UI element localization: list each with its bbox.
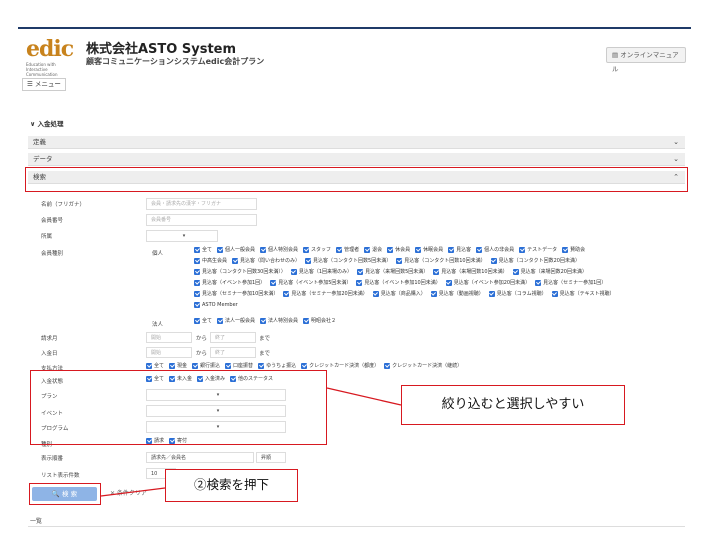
callout-connectors <box>100 387 402 497</box>
list-section-label: 一覧 <box>30 518 43 525</box>
callout-connector-filter <box>326 387 402 406</box>
page-root: edic Education with Interactive Communic… <box>0 0 705 541</box>
list-divider <box>28 526 685 527</box>
callout-search-note: ②検索を押下 <box>165 469 298 502</box>
callout-filter-note: 絞り込むと選択しやすい <box>401 385 625 425</box>
callout-connector-search <box>100 487 166 497</box>
